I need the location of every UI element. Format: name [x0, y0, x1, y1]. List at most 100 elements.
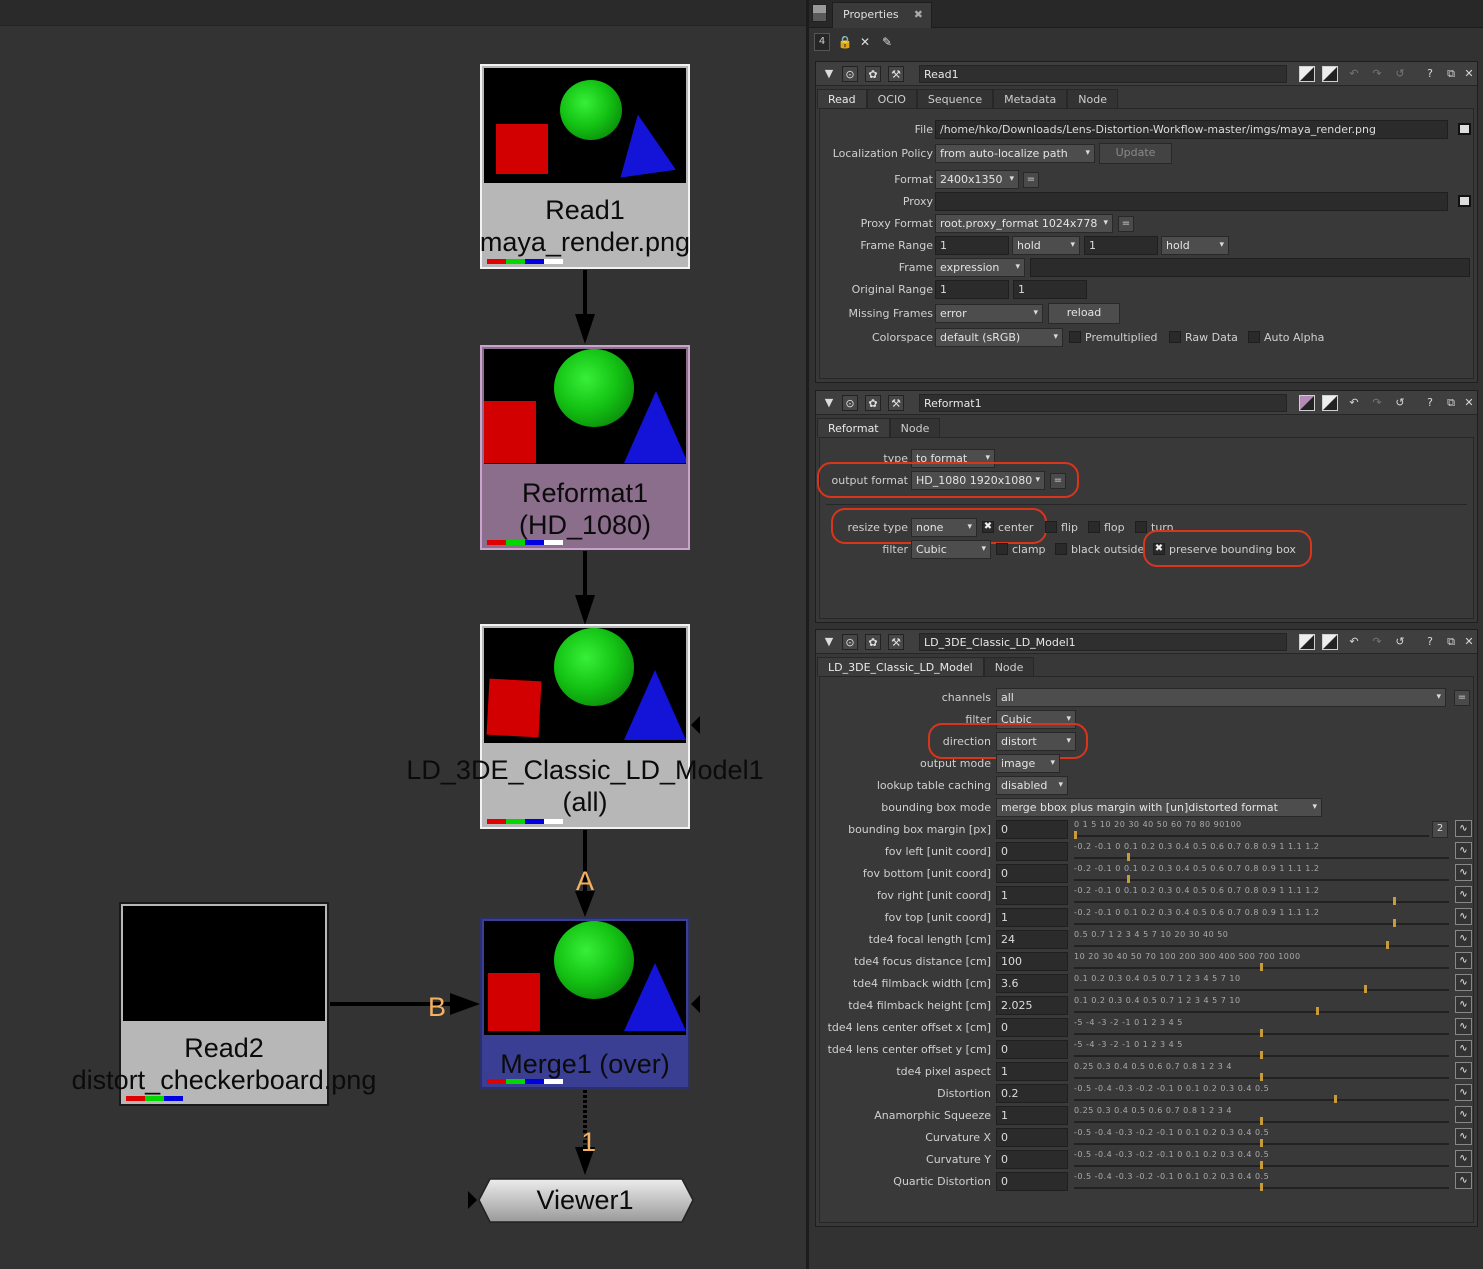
animation-curve-icon[interactable]: ∿	[1455, 1040, 1472, 1057]
fov-right-slider[interactable]: -0.2 -0.1 0 0.1 0.2 0.3 0.4 0.5 0.6 0.7 …	[1074, 886, 1449, 906]
animation-curve-icon[interactable]: ∿	[1455, 864, 1472, 881]
revert-icon[interactable]: ↺	[1392, 634, 1408, 650]
help-icon[interactable]: ?	[1422, 395, 1438, 411]
tde4-lens-center-offset-x-field[interactable]: 0	[996, 1018, 1068, 1037]
node-viewer1[interactable]: Viewer1	[476, 1178, 694, 1223]
animation-curve-icon[interactable]: ∿	[1455, 1150, 1472, 1167]
fov-left-field[interactable]: 0	[996, 842, 1068, 861]
black-outside-checkbox[interactable]	[1055, 543, 1067, 555]
animation-curve-icon[interactable]: ∿	[1455, 1172, 1472, 1189]
distortion-field[interactable]: 0.2	[996, 1084, 1068, 1103]
tde4-filmback-width-field[interactable]: 3.6	[996, 974, 1068, 993]
curvature-y-slider[interactable]: -0.5 -0.4 -0.3 -0.2 -0.1 0 0.1 0.2 0.3 0…	[1074, 1150, 1449, 1170]
localization-policy-dropdown[interactable]: from auto-localize path	[935, 144, 1095, 163]
turn-checkbox[interactable]	[1135, 521, 1147, 533]
node-color-icon[interactable]	[1299, 634, 1315, 650]
redo-icon[interactable]: ↷	[1369, 634, 1385, 650]
close-tab-icon[interactable]: ✖	[914, 8, 923, 21]
tde4-focus-distance-field[interactable]: 100	[996, 952, 1068, 971]
help-icon[interactable]: ?	[1422, 634, 1438, 650]
wrench-icon[interactable]: ⚒	[888, 66, 904, 82]
tde4-filmback-width-slider[interactable]: 0.1 0.2 0.3 0.4 0.5 0.7 1 2 3 4 5 7 10	[1074, 974, 1449, 994]
wrench-icon[interactable]: ⚒	[888, 634, 904, 650]
viewer-toggle-icon[interactable]: ⊙	[842, 395, 858, 411]
tab-node[interactable]: Node	[1067, 89, 1118, 109]
tab-reformat[interactable]: Reformat	[817, 418, 890, 438]
animation-curve-icon[interactable]: ∿	[1455, 1106, 1472, 1123]
original-range-end-field[interactable]: 1	[1013, 280, 1087, 299]
tab-metadata[interactable]: Metadata	[993, 89, 1068, 109]
fov-top-slider[interactable]: -0.2 -0.1 0 0.1 0.2 0.3 0.4 0.5 0.6 0.7 …	[1074, 908, 1449, 928]
tab-ld-3de-classic-ld-model[interactable]: LD_3DE_Classic_LD_Model	[817, 657, 984, 677]
raw-data-checkbox[interactable]	[1169, 331, 1181, 343]
viewer-input-arrow[interactable]	[468, 1191, 477, 1209]
tab-ocio[interactable]: OCIO	[866, 89, 917, 109]
flip-checkbox[interactable]	[1045, 521, 1057, 533]
premultiplied-checkbox[interactable]	[1069, 331, 1081, 343]
node-icon[interactable]: ✿	[865, 634, 881, 650]
tab-properties[interactable]: Properties ✖	[832, 2, 932, 28]
viewer-toggle-icon[interactable]: ⊙	[842, 66, 858, 82]
animation-curve-icon[interactable]: ∿	[1455, 908, 1472, 925]
frame-range-end-field[interactable]: 1	[1084, 236, 1158, 255]
mask-input-arrow[interactable]	[691, 716, 700, 734]
close-icon[interactable]: ✕	[1461, 634, 1477, 650]
proxy-format-dropdown[interactable]: root.proxy_format 1024x778	[935, 214, 1113, 233]
slider-handle[interactable]	[1074, 831, 1077, 839]
revert-icon[interactable]: ↺	[1392, 395, 1408, 411]
animation-curve-icon[interactable]: ∿	[1455, 930, 1472, 947]
update-button[interactable]: Update	[1099, 143, 1172, 164]
slider-handle[interactable]	[1364, 985, 1367, 993]
collapse-icon[interactable]: ▼	[821, 634, 837, 650]
node-read2[interactable]: Read2 distort_checkerboard.png	[72, 902, 376, 1106]
bounding-box-margin-field[interactable]: 0	[996, 820, 1068, 839]
quartic-distortion-field[interactable]: 0	[996, 1172, 1068, 1191]
node-merge1[interactable]: Merge1 (over)	[480, 917, 690, 1089]
lookup-table-caching-dropdown[interactable]: disabled	[996, 776, 1068, 795]
view-count-button[interactable]: 2	[1432, 821, 1448, 838]
slider-handle[interactable]	[1260, 1051, 1263, 1059]
slider-handle[interactable]	[1386, 941, 1389, 949]
folder-browse-icon[interactable]	[1458, 195, 1471, 207]
fov-bottom-field[interactable]: 0	[996, 864, 1068, 883]
float-icon[interactable]: ⧉	[1443, 634, 1459, 650]
pencil-icon[interactable]: ✎	[879, 34, 895, 50]
tde4-lens-center-offset-x-slider[interactable]: -5 -4 -3 -2 -1 0 1 2 3 4 5	[1074, 1018, 1449, 1038]
filter-dropdown[interactable]: Cubic	[911, 540, 991, 559]
frame-mode-dropdown[interactable]: expression	[935, 258, 1025, 277]
tab-node[interactable]: Node	[889, 418, 941, 438]
close-icon[interactable]: ✕	[1461, 66, 1477, 82]
slider-handle[interactable]	[1127, 853, 1130, 861]
node-color-icon[interactable]	[1299, 66, 1315, 82]
node-name-field[interactable]: LD_3DE_Classic_LD_Model1	[919, 633, 1287, 651]
fov-left-slider[interactable]: -0.2 -0.1 0 0.1 0.2 0.3 0.4 0.5 0.6 0.7 …	[1074, 842, 1449, 862]
slider-handle[interactable]	[1127, 875, 1130, 883]
file-path-field[interactable]: /home/hko/Downloads/Lens-Distortion-Work…	[935, 120, 1448, 139]
frame-expression-field[interactable]	[1030, 258, 1470, 277]
curvature-x-field[interactable]: 0	[996, 1128, 1068, 1147]
proxy-path-field[interactable]	[935, 192, 1448, 211]
distortion-slider[interactable]: -0.5 -0.4 -0.3 -0.2 -0.1 0 0.1 0.2 0.3 0…	[1074, 1084, 1449, 1104]
redo-icon[interactable]: ↷	[1369, 395, 1385, 411]
bbox-mode-dropdown[interactable]: merge bbox plus margin with [un]distorte…	[996, 798, 1322, 817]
missing-frames-dropdown[interactable]: error	[935, 304, 1043, 323]
curvature-y-field[interactable]: 0	[996, 1150, 1068, 1169]
slider-handle[interactable]	[1316, 1007, 1319, 1015]
node-ld-3de-classic-ld-model1[interactable]: LD_3DE_Classic_LD_Model1 (all)	[406, 624, 764, 829]
slider-handle[interactable]	[1334, 1095, 1337, 1103]
before-mode-dropdown[interactable]: hold	[1012, 236, 1080, 255]
animation-curve-icon[interactable]: ∿	[1455, 1062, 1472, 1079]
channels-edit-button[interactable]: =	[1454, 690, 1470, 706]
animation-curve-icon[interactable]: ∿	[1455, 952, 1472, 969]
collapse-icon[interactable]: ▼	[821, 66, 837, 82]
reload-button[interactable]: reload	[1048, 303, 1120, 324]
node-color-icon[interactable]	[1299, 395, 1315, 411]
anamorphic-squeeze-slider[interactable]: 0.25 0.3 0.4 0.5 0.6 0.7 0.8 1 2 3 4	[1074, 1106, 1449, 1126]
frame-range-start-field[interactable]: 1	[935, 236, 1009, 255]
animation-curve-icon[interactable]: ∿	[1455, 1018, 1472, 1035]
original-range-start-field[interactable]: 1	[935, 280, 1009, 299]
tde4-filmback-height-slider[interactable]: 0.1 0.2 0.3 0.4 0.5 0.7 1 2 3 4 5 7 10	[1074, 996, 1449, 1016]
undo-icon[interactable]: ↶	[1346, 66, 1362, 82]
max-panels-field[interactable]: 4	[814, 33, 830, 51]
quartic-distortion-slider[interactable]: -0.5 -0.4 -0.3 -0.2 -0.1 0 0.1 0.2 0.3 0…	[1074, 1172, 1449, 1192]
